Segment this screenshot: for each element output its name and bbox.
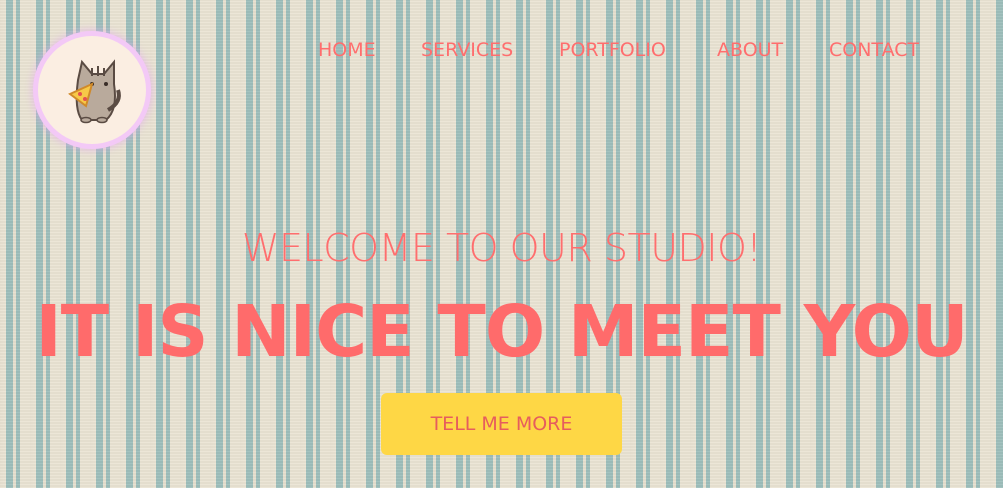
nav-services[interactable]: SERVICES <box>421 38 513 62</box>
logo[interactable] <box>38 36 146 144</box>
cat-eating-pizza-icon <box>68 59 121 124</box>
main-nav: HOME SERVICES PORTFOLIO ABOUT CONTACT <box>300 38 946 62</box>
nav-about[interactable]: ABOUT <box>717 38 783 62</box>
hero-title: IT IS NICE TO MEET YOU <box>35 290 968 373</box>
hero-subtitle: WELCOME TO OUR STUDIO! <box>241 226 762 270</box>
nav-contact[interactable]: CONTACT <box>829 38 919 62</box>
tell-me-more-button[interactable]: TELL ME MORE <box>381 393 622 455</box>
nav-home[interactable]: HOME <box>318 38 376 62</box>
nav-portfolio[interactable]: PORTFOLIO <box>559 38 666 62</box>
